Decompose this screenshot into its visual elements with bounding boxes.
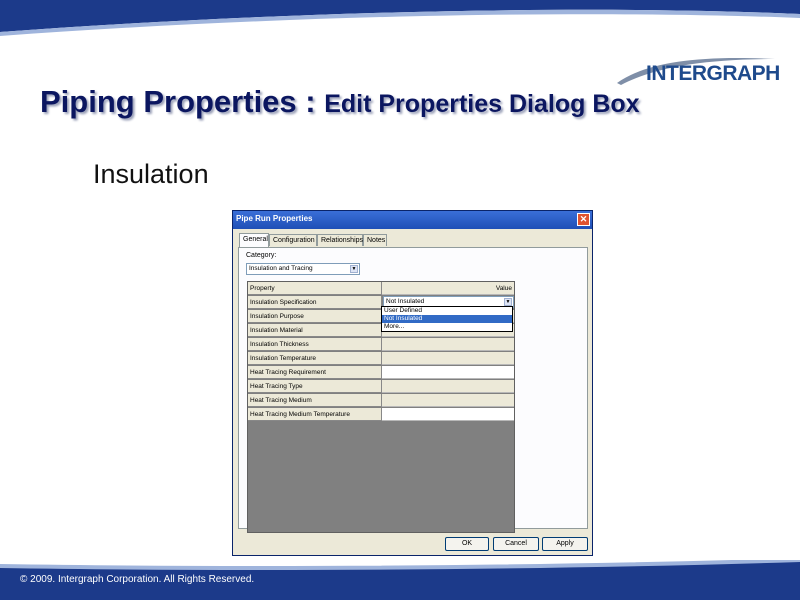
insulation-specification-dropdown: User Defined Not Insulated More...: [381, 306, 513, 332]
property-name: Insulation Material: [248, 324, 382, 337]
table-row[interactable]: Heat Tracing Requirement: [248, 366, 514, 380]
apply-button[interactable]: Apply: [542, 537, 588, 551]
chevron-down-icon[interactable]: ▼: [504, 298, 512, 306]
tab-notes[interactable]: Notes: [363, 234, 387, 246]
copyright-notice: © 2009. Intergraph Corporation. All Righ…: [20, 574, 255, 585]
property-name: Insulation Purpose: [248, 310, 382, 323]
dialog-title: Pipe Run Properties: [236, 214, 313, 223]
category-label: Category:: [246, 252, 277, 259]
table-row[interactable]: Heat Tracing Type: [248, 380, 514, 394]
tab-configuration[interactable]: Configuration: [269, 234, 317, 246]
pipe-run-properties-dialog: Pipe Run Properties ✕ General Configurat…: [232, 210, 593, 556]
property-value[interactable]: [382, 366, 514, 379]
insulation-specification-value: Not Insulated: [386, 298, 425, 305]
property-value[interactable]: [382, 380, 514, 393]
property-value[interactable]: [382, 352, 514, 365]
property-value[interactable]: [382, 408, 514, 421]
table-row[interactable]: Insulation Thickness: [248, 338, 514, 352]
category-value: Insulation and Tracing: [249, 265, 313, 272]
chevron-down-icon[interactable]: ▼: [350, 265, 358, 273]
category-select[interactable]: Insulation and Tracing ▼: [246, 263, 360, 275]
dropdown-option-user-defined[interactable]: User Defined: [382, 307, 512, 315]
slide-title: Piping Properties : Edit Properties Dial…: [40, 84, 640, 120]
intergraph-logo: INTERGRAPH: [646, 62, 780, 85]
table-row[interactable]: Insulation Temperature: [248, 352, 514, 366]
table-row[interactable]: Heat Tracing Medium Temperature: [248, 408, 514, 422]
dialog-titlebar[interactable]: Pipe Run Properties ✕: [233, 211, 592, 229]
grid-header-value: Value: [382, 282, 514, 295]
ok-button[interactable]: OK: [445, 537, 489, 551]
close-icon[interactable]: ✕: [577, 213, 590, 226]
property-name: Heat Tracing Type: [248, 380, 382, 393]
cancel-button[interactable]: Cancel: [493, 537, 539, 551]
property-value[interactable]: [382, 394, 514, 407]
property-name: Insulation Thickness: [248, 338, 382, 351]
property-name: Heat Tracing Requirement: [248, 366, 382, 379]
table-row[interactable]: Heat Tracing Medium: [248, 394, 514, 408]
general-tab-panel: Category: Insulation and Tracing ▼ Prope…: [238, 247, 588, 533]
dropdown-option-not-insulated[interactable]: Not Insulated: [382, 315, 512, 323]
property-name: Insulation Specification: [248, 296, 382, 309]
property-name: Heat Tracing Medium: [248, 394, 382, 407]
grid-header-property: Property: [248, 282, 382, 295]
property-name: Heat Tracing Medium Temperature: [248, 408, 382, 421]
top-banner: [0, 0, 800, 36]
tab-relationships[interactable]: Relationships: [317, 234, 363, 246]
property-name: Insulation Temperature: [248, 352, 382, 365]
tab-general[interactable]: General: [239, 233, 269, 247]
title-sub: Edit Properties Dialog Box: [324, 90, 640, 118]
dropdown-option-more[interactable]: More...: [382, 323, 512, 331]
grid-header-row: Property Value: [248, 282, 514, 296]
title-main: Piping Properties :: [40, 84, 325, 119]
property-value[interactable]: [382, 338, 514, 351]
slide-subheading: Insulation: [93, 159, 209, 189]
